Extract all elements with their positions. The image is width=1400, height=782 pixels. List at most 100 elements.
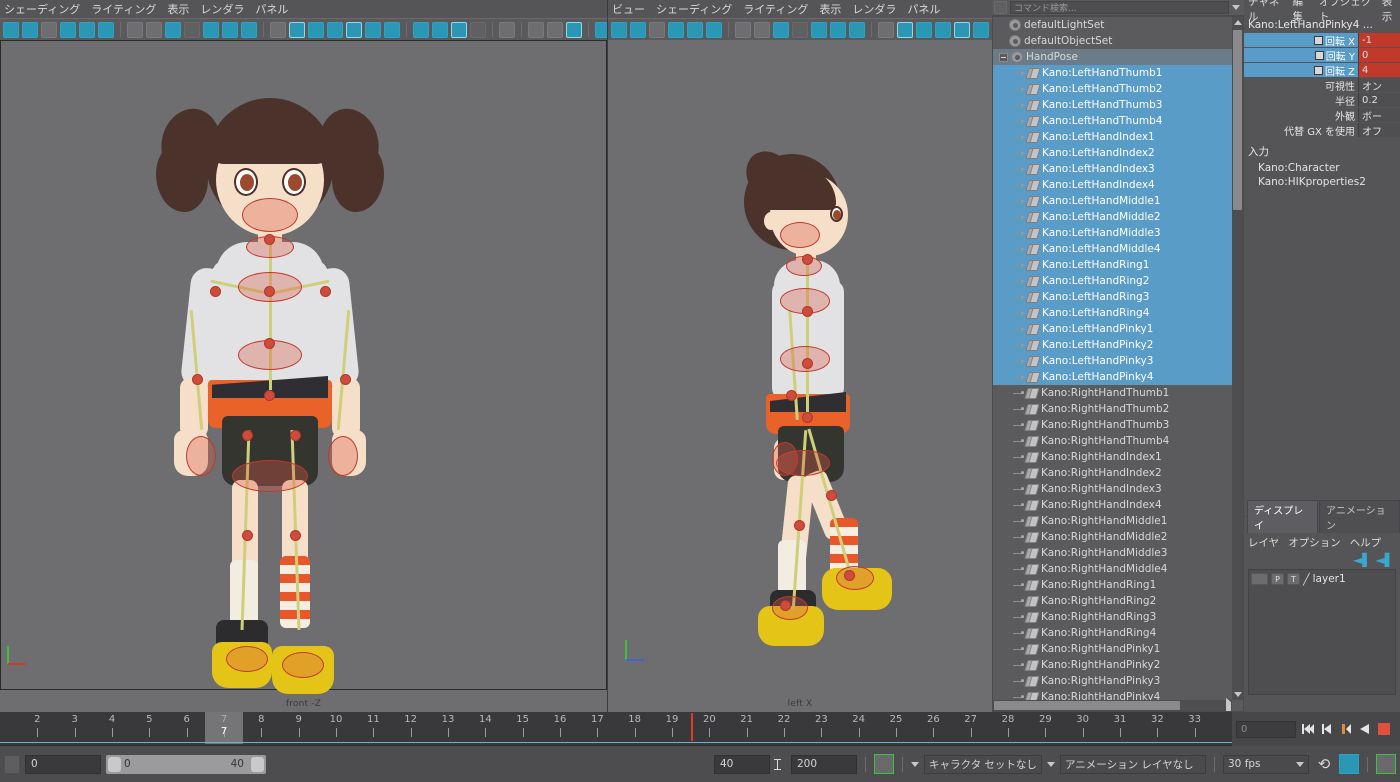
scroll-up-arrow[interactable] <box>1232 17 1243 28</box>
channel-box-row[interactable]: 回転 Z4 <box>1244 63 1400 77</box>
rig-control[interactable] <box>226 646 268 672</box>
outliner-row[interactable]: Kano:LeftHandThumb1 <box>993 65 1232 81</box>
outliner-row[interactable]: Kano:LeftHandMiddle2 <box>993 209 1232 225</box>
outliner-row[interactable]: Kano:LeftHandMiddle1 <box>993 193 1232 209</box>
motion-blur-icon[interactable] <box>432 21 448 38</box>
outliner-row[interactable]: Kano:RightHandMiddle1 <box>993 513 1232 529</box>
outliner-row[interactable]: Kano:RightHandMiddle2 <box>993 529 1232 545</box>
camera-attributes-icon[interactable] <box>630 21 646 38</box>
multisample-anti-aliasing-icon[interactable] <box>451 21 467 38</box>
chevron-down-icon[interactable] <box>1047 761 1055 767</box>
layer-menu-options[interactable]: オプション <box>1288 535 1341 550</box>
outliner-row[interactable]: HandPose <box>993 49 1232 65</box>
use-all-lights-icon[interactable] <box>365 21 381 38</box>
rig-control[interactable] <box>836 566 874 590</box>
shade-wireframe-icon[interactable] <box>308 21 324 38</box>
layer-visibility-toggle[interactable] <box>1251 573 1268 585</box>
image-plane-icon[interactable] <box>60 21 76 38</box>
layer-row[interactable]: P T ╱ layer1 <box>1249 570 1395 586</box>
command-search-bar[interactable]: コマンド検索... <box>992 0 1244 16</box>
layer-editor-tabs[interactable]: ディスプレイ アニメーション <box>1244 500 1400 533</box>
viewport-left-menu-panels[interactable]: パネル <box>907 1 940 17</box>
channel-attribute-value[interactable]: -1 <box>1358 33 1400 47</box>
viewport-left-menu-display[interactable]: 表示 <box>819 1 841 17</box>
outliner-row[interactable]: Kano:LeftHandRing2 <box>993 273 1232 289</box>
channel-box-row[interactable]: 回転 X -1 <box>1244 33 1400 47</box>
outliner-row[interactable]: Kano:RightHandThumb3 <box>993 417 1232 433</box>
viewport-front-menu-shading[interactable]: シェーディング <box>4 1 80 17</box>
range-end-handle[interactable] <box>251 756 264 772</box>
image-plane-icon[interactable] <box>668 21 684 38</box>
xray-icon[interactable] <box>528 21 544 38</box>
outliner-row[interactable]: Kano:LeftHandRing1 <box>993 257 1232 273</box>
outliner-row[interactable]: Kano:LeftHandThumb3 <box>993 97 1232 113</box>
outliner-row[interactable]: Kano:LeftHandRing3 <box>993 289 1232 305</box>
stop-icon[interactable] <box>1376 722 1391 737</box>
textured-shading-icon[interactable] <box>346 21 362 38</box>
viewport-front-menu-lighting[interactable]: ライティング <box>91 1 156 17</box>
outliner-row[interactable]: Kano:RightHandRing4 <box>993 625 1232 641</box>
previous-key-icon[interactable] <box>1338 722 1353 737</box>
scroll-down-arrow[interactable] <box>1232 689 1243 700</box>
select-camera-icon[interactable] <box>611 21 627 38</box>
two-dimensional-pan-zoom-icon[interactable] <box>687 21 703 38</box>
gate-mask-icon[interactable] <box>184 21 200 38</box>
outliner-row[interactable]: Kano:RightHandThumb1 <box>993 385 1232 401</box>
viewport-front-toolbar[interactable]: 0.00 1.00 sR <box>0 18 607 40</box>
viewport-left-menu-lighting[interactable]: ライティング <box>743 1 808 17</box>
new-layer-icon[interactable]: ◄▌ <box>1353 553 1371 567</box>
loop-playback-icon[interactable]: ⟲ <box>1314 754 1334 774</box>
outliner-row[interactable]: Kano:LeftHandIndex2 <box>993 145 1232 161</box>
viewport-left-menubar[interactable]: ビュー シェーディング ライティング 表示 レンダラ パネル <box>608 0 992 18</box>
use-default-material-icon[interactable] <box>935 21 951 38</box>
outliner-row[interactable]: Kano:LeftHandThumb4 <box>993 113 1232 129</box>
outliner-row[interactable]: Kano:RightHandIndex2 <box>993 465 1232 481</box>
outliner-list[interactable]: defaultLightSet defaultObjectSet HandPose K… <box>993 17 1232 700</box>
rig-control[interactable] <box>186 436 216 476</box>
outliner-row[interactable]: Kano:LeftHandPinky2 <box>993 337 1232 353</box>
playback-end-field[interactable]: 0 <box>1236 720 1296 738</box>
outliner-row[interactable]: defaultLightSet <box>993 17 1232 33</box>
chevron-down-icon[interactable] <box>1232 5 1240 10</box>
use-all-lights-icon[interactable] <box>973 21 989 38</box>
range-slider[interactable]: 0 40 <box>106 754 266 774</box>
layer-list[interactable]: P T ╱ layer1 <box>1248 569 1396 695</box>
film-gate-icon[interactable] <box>146 21 162 38</box>
outliner-row[interactable]: Kano:RightHandRing1 <box>993 577 1232 593</box>
viewport-left-toolbar[interactable] <box>608 18 992 40</box>
rig-control[interactable] <box>282 652 324 678</box>
animation-layer-combo[interactable]: アニメーション レイヤなし <box>1060 754 1206 774</box>
channel-attribute-value[interactable]: 0 <box>1358 48 1400 62</box>
outliner-row[interactable]: Kano:LeftHandMiddle4 <box>993 241 1232 257</box>
safe-action-icon[interactable] <box>222 21 238 38</box>
outliner-row[interactable]: Kano:LeftHandMiddle3 <box>993 225 1232 241</box>
use-default-material-icon[interactable] <box>327 21 343 38</box>
layer-playback-toggle[interactable]: P <box>1271 573 1284 585</box>
channel-attribute-value[interactable]: 0.2 <box>1358 93 1400 107</box>
tab-animation[interactable]: アニメーション <box>1319 500 1400 533</box>
go-to-start-icon[interactable] <box>1300 722 1315 737</box>
outliner-row[interactable]: defaultObjectSet <box>993 33 1232 49</box>
animation-start-field[interactable]: 40 <box>714 754 770 774</box>
safe-action-icon[interactable] <box>830 21 846 38</box>
playback-controls[interactable]: 0 <box>1232 712 1400 746</box>
viewport-front[interactable]: シェーディング ライティング 表示 レンダラ パネル front -Z <box>0 0 608 712</box>
step-back-icon[interactable] <box>1319 722 1334 737</box>
viewport-left-canvas[interactable] <box>608 40 992 690</box>
lock-icon[interactable] <box>1313 65 1323 75</box>
xray-joints-icon[interactable] <box>566 21 582 38</box>
smooth-shade-all-icon[interactable] <box>289 21 305 38</box>
time-slider-track[interactable]: 2345677891011121314151617181920212223242… <box>0 712 1232 746</box>
tab-display[interactable]: ディスプレイ <box>1247 500 1319 533</box>
layer-menu-layers[interactable]: レイヤ <box>1248 535 1279 550</box>
field-chart-icon[interactable] <box>203 21 219 38</box>
range-start-handle[interactable] <box>108 756 121 772</box>
exposure-icon[interactable] <box>595 21 607 38</box>
outliner-horizontal-scrollbar[interactable] <box>993 698 1232 711</box>
select-camera-icon[interactable] <box>3 21 19 38</box>
channel-attribute-value[interactable]: 4 <box>1358 63 1400 77</box>
current-frame-field[interactable]: 0 <box>25 754 101 774</box>
outliner-row[interactable]: Kano:RightHandRing2 <box>993 593 1232 609</box>
outliner-vertical-scrollbar[interactable] <box>1232 17 1243 700</box>
play-backwards-icon[interactable] <box>1357 722 1372 737</box>
